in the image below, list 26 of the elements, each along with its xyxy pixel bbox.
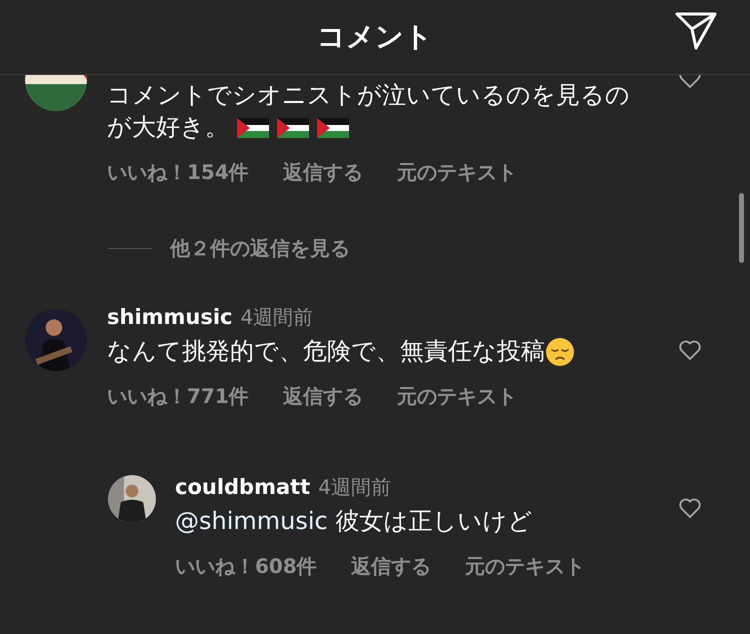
like-count[interactable]: いいね！154件	[107, 157, 249, 187]
heart-icon[interactable]	[678, 339, 702, 361]
see-original-link[interactable]: 元のテキスト	[396, 381, 517, 412]
comment-text: @shimmusic 彼女は正しいけど	[175, 506, 534, 538]
see-original-link[interactable]: 元のテキスト	[396, 157, 517, 187]
username[interactable]: shimmusic	[107, 303, 233, 331]
timestamp: 4週間前	[240, 304, 314, 331]
flag-icon	[237, 116, 269, 140]
flag-icon	[317, 116, 349, 140]
view-replies-link[interactable]: 他２件の返信を見る	[170, 233, 350, 263]
send-icon[interactable]	[674, 11, 718, 51]
sad-face-icon	[545, 337, 575, 368]
reply-link[interactable]: 返信する	[350, 551, 431, 582]
flag-icon	[277, 116, 309, 140]
scrollbar[interactable]	[739, 193, 744, 263]
page-title: コメント	[317, 19, 433, 55]
comment-text: コメントでシオニストが泣いているのを見るのが大好き。	[107, 80, 631, 143]
username[interactable]: couldbmatt	[175, 473, 310, 502]
like-count[interactable]: いいね！771件	[107, 381, 249, 412]
comment-text: なんて挑発的で、危険で、無責任な投稿	[107, 335, 637, 368]
see-original-link[interactable]: 元のテキスト	[464, 551, 585, 582]
reply-link[interactable]: 返信する	[282, 157, 363, 187]
reply-link[interactable]: 返信する	[282, 381, 363, 412]
heart-icon[interactable]	[678, 497, 702, 520]
like-count[interactable]: いいね！608件	[175, 551, 317, 582]
timestamp: 4週間前	[318, 474, 391, 502]
